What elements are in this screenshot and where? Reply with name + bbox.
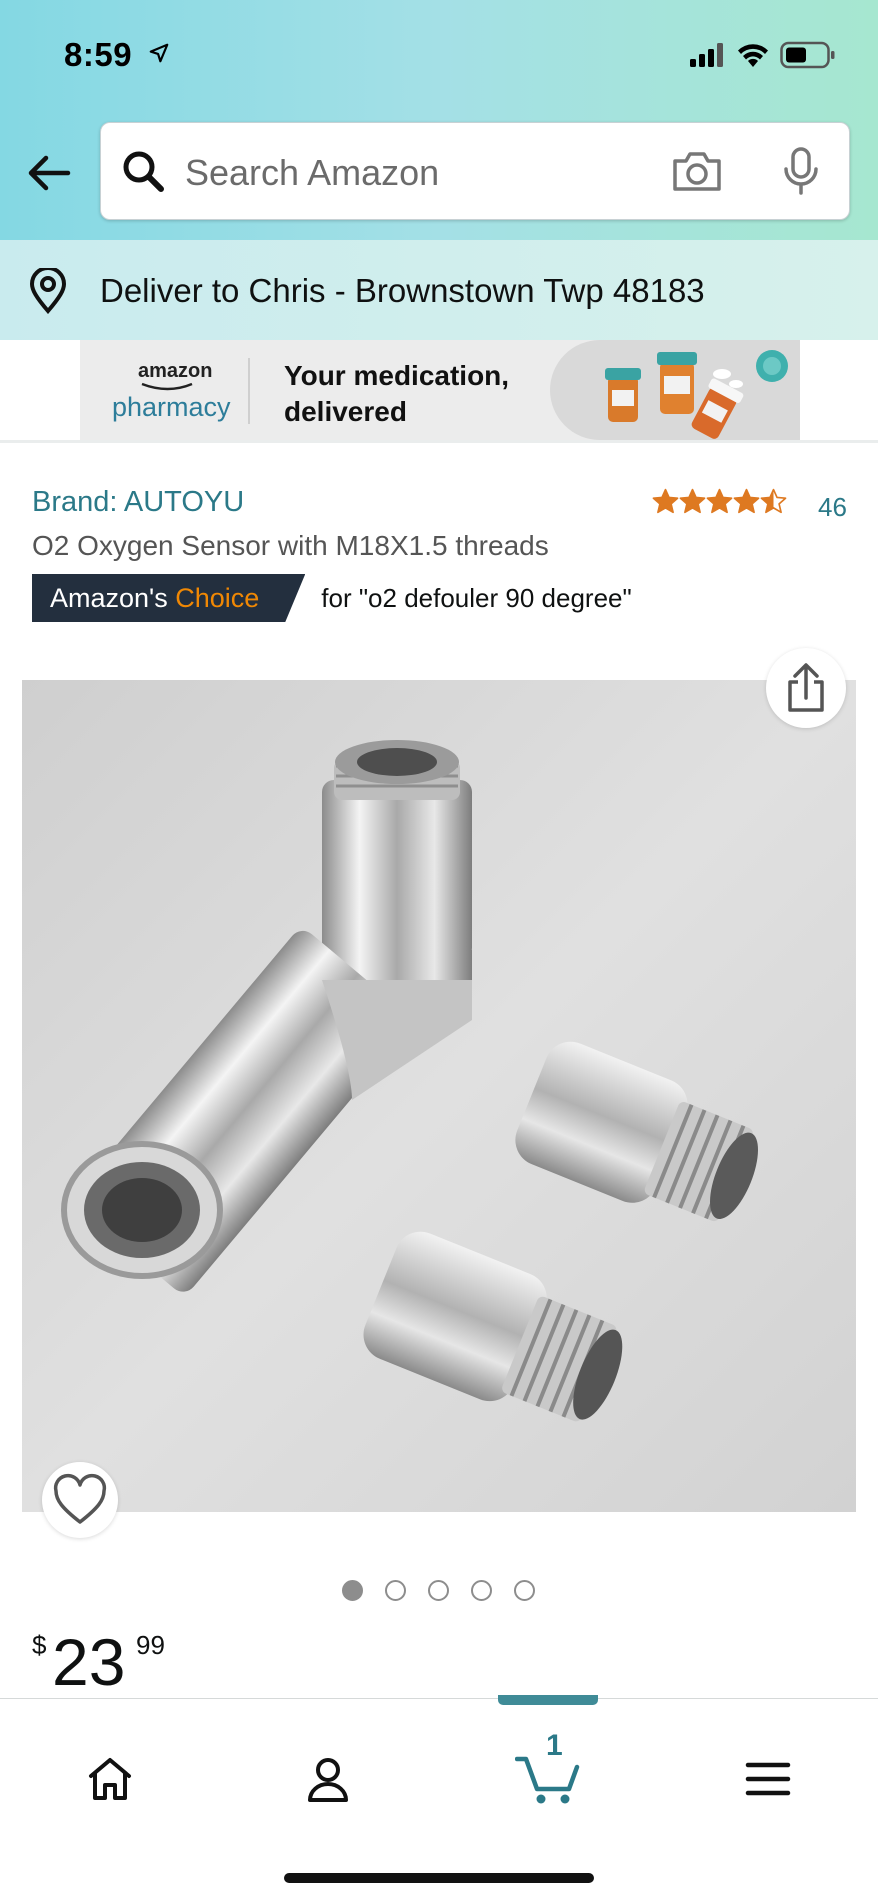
- status-icons: [690, 40, 836, 74]
- rating-count[interactable]: 46: [818, 492, 847, 523]
- add-to-list-heart-button[interactable]: [42, 1462, 118, 1538]
- wifi-icon: [736, 42, 770, 73]
- account-icon[interactable]: [288, 1739, 368, 1819]
- star-icon: [652, 488, 679, 514]
- choice-keyword: for "o2 defouler 90 degree": [321, 582, 632, 613]
- divider: [0, 440, 878, 443]
- search-row: Search Amazon: [0, 122, 878, 222]
- banner-divider: [248, 358, 250, 424]
- amazons-choice-row: Amazon's Choice for "o2 defouler 90 degr…: [32, 574, 632, 622]
- search-icon: [121, 149, 165, 198]
- star-icon: [760, 488, 787, 514]
- search-placeholder: Search Amazon: [185, 152, 440, 193]
- home-icon[interactable]: [70, 1739, 150, 1819]
- back-arrow-icon[interactable]: [26, 150, 72, 196]
- carousel-dot[interactable]: [385, 1580, 406, 1601]
- logo-amazon-text: amazon: [138, 360, 213, 382]
- location-arrow-icon: [148, 34, 170, 72]
- amazon-pharmacy-logo: amazon pharmacy: [80, 340, 250, 440]
- pill-bottles-image: [550, 340, 800, 440]
- star-icon: [679, 488, 706, 514]
- star-rating[interactable]: [652, 488, 787, 514]
- carousel-dot[interactable]: [428, 1580, 449, 1601]
- battery-icon: [780, 41, 836, 74]
- bottom-nav-bar: 1: [0, 1695, 878, 1900]
- status-time: 8:59: [64, 34, 170, 74]
- cellular-signal-icon: [690, 42, 726, 72]
- carousel-dot[interactable]: [514, 1580, 535, 1601]
- logo-pharmacy-text: pharmacy: [112, 392, 231, 422]
- price-whole: 23: [52, 1625, 126, 1699]
- search-input[interactable]: Search Amazon: [100, 122, 850, 220]
- menu-icon[interactable]: [728, 1739, 808, 1819]
- pharmacy-banner-ad[interactable]: amazon pharmacy Your medication, deliver…: [80, 340, 800, 440]
- price-currency: $: [32, 1630, 47, 1660]
- choice-badge-accent: Choice: [175, 583, 260, 613]
- location-pin-icon: [28, 266, 68, 319]
- deliver-to-bar[interactable]: Deliver to Chris - Brownstown Twp 48183: [0, 240, 878, 340]
- deliver-to-text: Deliver to Chris - Brownstown Twp 48183: [100, 272, 705, 309]
- image-carousel-dots[interactable]: [342, 1580, 535, 1601]
- home-indicator: [284, 1873, 594, 1883]
- product-title: O2 Oxygen Sensor with M18X1.5 threads: [32, 530, 549, 561]
- brand-link[interactable]: Brand: AUTOYU: [32, 486, 244, 519]
- share-button[interactable]: [766, 648, 846, 728]
- price-fraction: 99: [136, 1630, 165, 1660]
- active-tab-indicator: [498, 1695, 598, 1705]
- clock-text: 8:59: [64, 36, 133, 73]
- choice-badge-prefix: Amazon's: [50, 583, 176, 613]
- carousel-dot[interactable]: [471, 1580, 492, 1601]
- cart-count: 1: [546, 1729, 563, 1762]
- star-icon: [706, 488, 733, 514]
- camera-icon[interactable]: [671, 149, 723, 198]
- amazons-choice-badge: Amazon's Choice: [32, 574, 305, 622]
- banner-message: Your medication, delivered: [284, 360, 510, 427]
- carousel-dot[interactable]: [342, 1580, 363, 1601]
- status-bar: 8:59: [0, 0, 878, 114]
- microphone-icon[interactable]: [781, 147, 821, 200]
- star-icon: [733, 488, 760, 514]
- header: 8:59 Search Amazon: [0, 0, 878, 240]
- product-image[interactable]: [22, 680, 856, 1512]
